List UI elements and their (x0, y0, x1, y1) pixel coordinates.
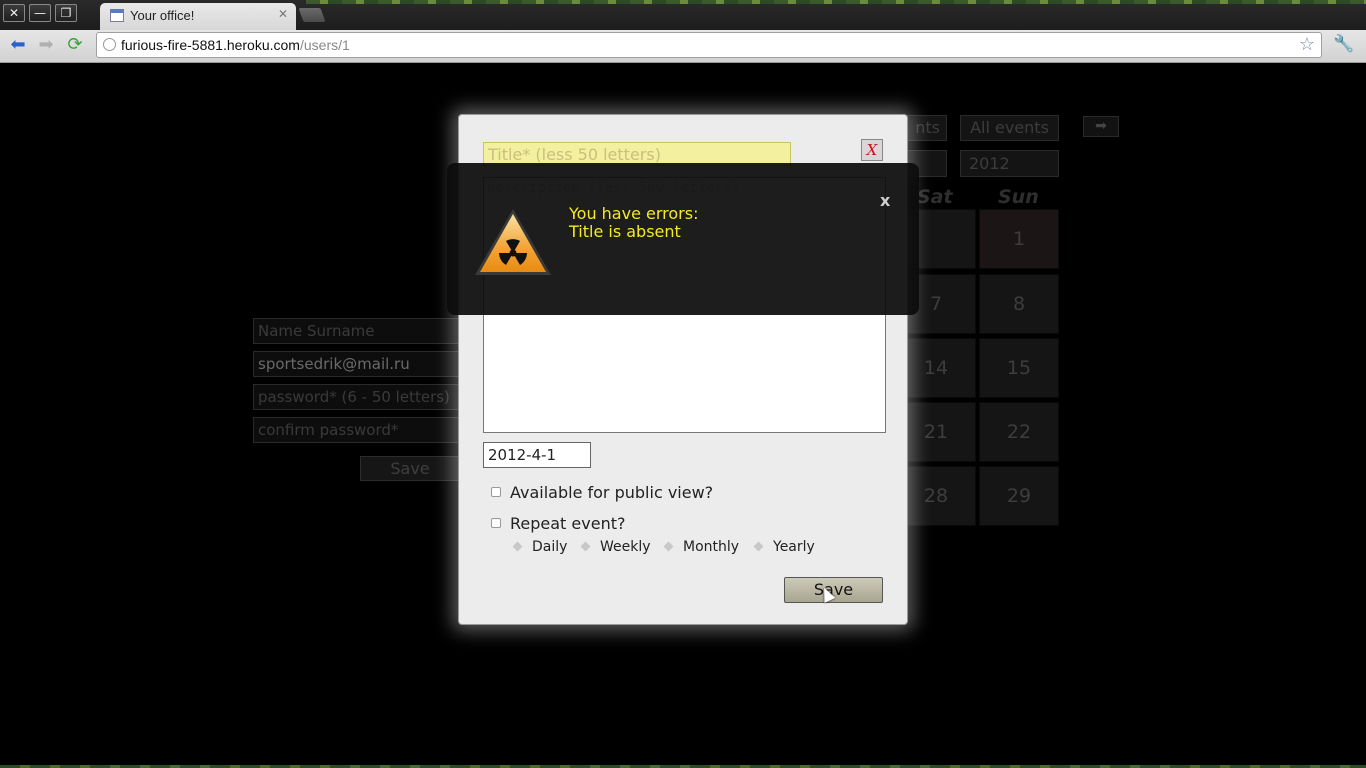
window-close-button[interactable]: ✕ (3, 4, 25, 22)
calendar-day-cell[interactable]: 22 (979, 402, 1059, 462)
calendar-favicon-icon (110, 9, 124, 22)
repeat-event-checkbox[interactable] (491, 518, 501, 528)
window-maximize-button[interactable]: ❐ (55, 4, 77, 22)
back-arrow-icon[interactable]: ⬅ (7, 34, 29, 56)
calendar-day-cell[interactable]: 8 (979, 274, 1059, 334)
calendar-day-cell[interactable]: 29 (979, 466, 1059, 526)
repeat-monthly-label: Monthly (683, 539, 740, 555)
repeat-daily-label: Daily (532, 539, 568, 555)
window-minimize-button[interactable]: — (29, 4, 51, 22)
calendar-day-cell[interactable]: 21 (896, 402, 976, 462)
address-bar[interactable]: furious-fire-5881.heroku.com/users/1 ☆ (96, 32, 1322, 58)
day-header-sun: Sun (998, 186, 1039, 208)
browser-toolbar: ⬅ ➡ ⟳ furious-fire-5881.heroku.com/users… (0, 30, 1366, 63)
calendar-day-cell[interactable]: 14 (896, 338, 976, 398)
calendar-day-cell[interactable]: 1 (979, 209, 1059, 269)
public-view-checkbox[interactable] (491, 487, 501, 497)
next-month-arrow-icon[interactable]: ➡ (1083, 116, 1119, 137)
globe-icon (103, 38, 116, 51)
radiation-warning-icon (475, 209, 551, 275)
confirm-password-input[interactable]: confirm password* (253, 417, 463, 443)
wrench-menu-icon[interactable]: 🔧 (1333, 34, 1355, 56)
desktop-wallpaper-strip (306, 0, 1366, 4)
reload-icon[interactable]: ⟳ (64, 34, 86, 56)
window-titlebar: ✕ — ❐ Your office! ✕ (0, 0, 1366, 30)
event-save-button[interactable]: Save (784, 577, 883, 603)
calendar-day-cell[interactable]: 28 (896, 466, 976, 526)
day-header-sat: Sat (917, 186, 953, 208)
repeat-yearly-label: Yearly (773, 539, 815, 555)
calendar-day-cell[interactable]: 15 (979, 338, 1059, 398)
modal-close-button[interactable]: X (861, 139, 883, 161)
repeat-weekly-radio[interactable] (580, 541, 591, 552)
name-input[interactable]: Name Surname (253, 318, 463, 344)
tab-close-icon[interactable]: ✕ (278, 7, 288, 21)
repeat-daily-radio[interactable] (512, 541, 523, 552)
url-host: furious-fire-5881.heroku.com (121, 37, 300, 53)
repeat-monthly-radio[interactable] (663, 541, 674, 552)
year-select[interactable]: 2012 (960, 150, 1059, 177)
error-message: Title is absent (569, 222, 681, 241)
profile-save-button[interactable]: Save (360, 456, 460, 481)
error-notification: x You have errors: Title is absent (447, 163, 919, 315)
all-events-button[interactable]: All events (960, 115, 1059, 141)
notice-close-button[interactable]: x (880, 191, 890, 210)
public-view-label: Available for public view? (510, 483, 714, 502)
email-input[interactable]: sportsedrik@mail.ru (253, 351, 463, 377)
browser-tab[interactable]: Your office! ✕ (100, 3, 296, 30)
event-date-input[interactable]: 2012-4-1 (483, 442, 591, 468)
repeat-weekly-label: Weekly (600, 539, 651, 555)
new-tab-button[interactable] (298, 8, 326, 22)
repeat-event-label: Repeat event? (510, 514, 626, 533)
repeat-yearly-radio[interactable] (753, 541, 764, 552)
password-input[interactable]: password* (6 - 50 letters) (253, 384, 463, 410)
url-path: /users/1 (299, 37, 350, 53)
bookmark-star-icon[interactable]: ☆ (1299, 34, 1315, 55)
error-title: You have errors: (569, 204, 699, 223)
tab-title: Your office! (130, 8, 195, 23)
forward-arrow-icon[interactable]: ➡ (35, 34, 57, 56)
url-text[interactable]: furious-fire-5881.heroku.com/users/1 (121, 37, 350, 53)
